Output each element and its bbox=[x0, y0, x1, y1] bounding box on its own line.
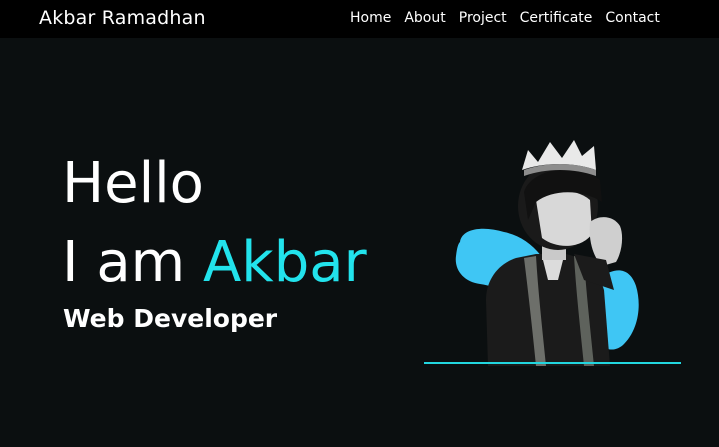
navbar: Akbar Ramadhan Home About Project Certif… bbox=[0, 0, 719, 38]
nav-links: Home About Project Certificate Contact bbox=[350, 9, 660, 27]
nav-link-project[interactable]: Project bbox=[459, 9, 507, 27]
hero-role: Web Developer bbox=[63, 304, 278, 333]
hero-intro: I am Akbar bbox=[62, 229, 367, 297]
nav-link-contact[interactable]: Contact bbox=[605, 9, 659, 27]
hero-greeting: Hello bbox=[62, 151, 204, 216]
nav-link-about[interactable]: About bbox=[404, 9, 445, 27]
nav-link-home[interactable]: Home bbox=[350, 9, 391, 27]
nav-link-certificate[interactable]: Certificate bbox=[520, 9, 593, 27]
hero-name: Akbar bbox=[202, 230, 367, 295]
portrait-image bbox=[455, 140, 639, 366]
brand-logo[interactable]: Akbar Ramadhan bbox=[39, 6, 206, 30]
portrait-underline bbox=[424, 362, 681, 364]
hero-intro-prefix: I am bbox=[62, 230, 203, 295]
page: Akbar Ramadhan Home About Project Certif… bbox=[0, 0, 719, 447]
